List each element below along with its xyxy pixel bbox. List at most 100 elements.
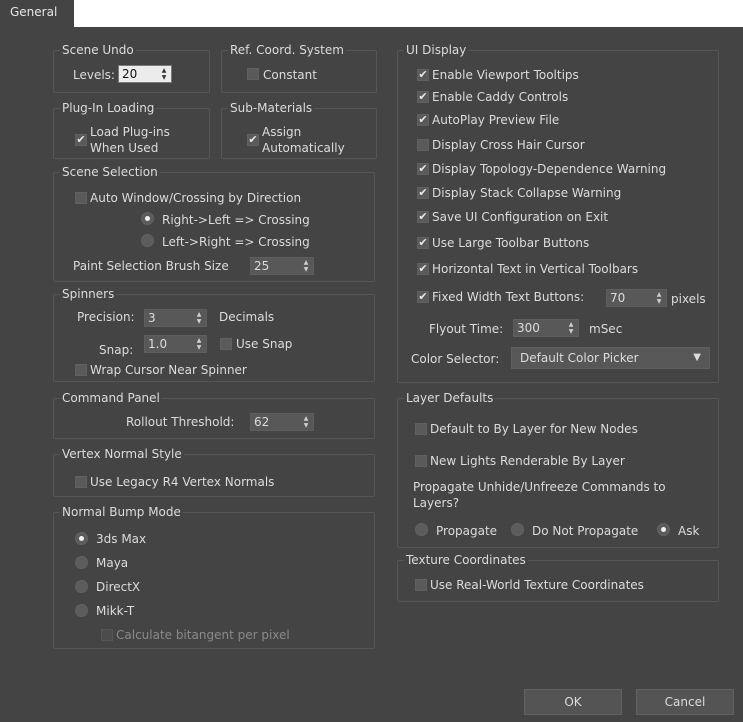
normal-bump-title: Normal Bump Mode <box>60 504 183 520</box>
texture-coords-title: Texture Coordinates <box>404 552 528 568</box>
new-lights-checkbox[interactable] <box>415 455 427 467</box>
stack-collapse-checkbox[interactable]: ✔ <box>417 187 429 199</box>
fixed-width-spinner[interactable]: 70 ▲ ▼ <box>606 289 667 307</box>
scene-selection-group: Scene Selection Auto Window/Crossing by … <box>53 164 375 282</box>
auto-window-label: Auto Window/Crossing by Direction <box>90 191 302 205</box>
spinner-arrows-icon[interactable]: ▲ ▼ <box>302 415 310 429</box>
use-snap-label: Use Snap <box>236 337 293 351</box>
spinner-arrows-icon[interactable]: ▲ ▼ <box>195 311 203 325</box>
spinner-arrows-icon[interactable]: ▲ ▼ <box>195 337 203 351</box>
bump-mikkt-label: Mikk-T <box>96 604 135 618</box>
use-snap-checkbox[interactable] <box>220 338 232 350</box>
fixed-width-value: 70 <box>610 291 626 305</box>
do-not-propagate-radio[interactable] <box>511 523 524 536</box>
bump-maya-radio[interactable] <box>75 556 88 569</box>
spinners-title: Spinners <box>60 286 117 302</box>
command-panel-group: Command Panel Rollout Threshold: 62 ▲ ▼ <box>53 390 375 439</box>
autoplay-preview-checkbox[interactable]: ✔ <box>417 114 429 126</box>
new-lights-label: New Lights Renderable By Layer <box>430 454 625 468</box>
large-toolbar-label: Use Large Toolbar Buttons <box>432 236 590 250</box>
precision-label: Precision: <box>77 310 135 324</box>
precision-value: 3 <box>148 311 156 325</box>
plugin-loading-title: Plug-In Loading <box>60 100 157 116</box>
spinner-arrows-icon[interactable]: ▲ ▼ <box>655 291 663 305</box>
paint-brush-spinner[interactable]: 25 ▲ ▼ <box>250 257 314 275</box>
assign-label-1: Assign <box>262 125 302 139</box>
cancel-button[interactable]: Cancel <box>636 689 734 715</box>
snap-value: 1.0 <box>148 337 168 351</box>
bitangent-label: Calculate bitangent per pixel <box>116 628 290 642</box>
levels-value: 20 <box>122 67 138 81</box>
viewport-tooltips-checkbox[interactable]: ✔ <box>417 69 429 81</box>
ref-coord-group: Ref. Coord. System Constant <box>221 42 377 93</box>
spinner-arrows-icon[interactable]: ▲ ▼ <box>567 321 575 335</box>
paint-brush-value: 25 <box>254 259 270 273</box>
scene-undo-title: Scene Undo <box>60 42 136 58</box>
assign-checkbox[interactable]: ✔ <box>247 134 259 146</box>
plugin-loading-group: Plug-In Loading ✔ Load Plug-ins When Use… <box>53 100 210 159</box>
snap-spinner[interactable]: 1.0 ▲ ▼ <box>144 335 207 353</box>
fixed-width-label: Fixed Width Text Buttons: <box>432 290 585 304</box>
wrap-cursor-checkbox[interactable] <box>75 364 87 376</box>
load-plugins-label-1: Load Plug-ins <box>90 125 170 139</box>
precision-spinner[interactable]: 3 ▲ ▼ <box>144 309 207 327</box>
flyout-time-spinner[interactable]: 300 ▲ ▼ <box>513 319 579 337</box>
command-panel-title: Command Panel <box>60 390 162 406</box>
tab-general[interactable]: General <box>0 0 74 29</box>
layer-defaults-group: Layer Defaults Default to By Layer for N… <box>397 390 719 548</box>
default-bylayer-checkbox[interactable] <box>415 423 427 435</box>
normal-bump-group: Normal Bump Mode 3ds Max Maya DirectX Mi… <box>53 504 375 649</box>
bump-directx-radio[interactable] <box>75 580 88 593</box>
spinners-group: Spinners Precision: 3 ▲ ▼ Decimals Snap: … <box>53 286 375 382</box>
load-plugins-label-2: When Used <box>90 141 159 155</box>
caddy-controls-checkbox[interactable]: ✔ <box>417 91 429 103</box>
ask-label: Ask <box>678 524 700 538</box>
topology-warning-checkbox[interactable]: ✔ <box>417 163 429 175</box>
propagate-radio[interactable] <box>415 523 428 536</box>
vertex-normal-title: Vertex Normal Style <box>60 446 184 462</box>
bitangent-checkbox <box>101 629 113 641</box>
vertex-normal-group: Vertex Normal Style Use Legacy R4 Vertex… <box>53 446 375 497</box>
wrap-cursor-label: Wrap Cursor Near Spinner <box>90 363 247 377</box>
load-plugins-checkbox[interactable]: ✔ <box>75 134 87 146</box>
rollout-value: 62 <box>254 415 270 429</box>
fixed-width-checkbox[interactable]: ✔ <box>417 291 429 303</box>
ref-coord-title: Ref. Coord. System <box>228 42 346 58</box>
color-selector-label: Color Selector: <box>411 352 500 366</box>
chevron-down-icon: ▼ <box>693 352 701 363</box>
auto-window-checkbox[interactable] <box>75 192 87 204</box>
bump-mikkt-radio[interactable] <box>75 604 88 617</box>
flyout-time-value: 300 <box>517 321 540 335</box>
scene-selection-title: Scene Selection <box>60 164 160 180</box>
ok-button[interactable]: OK <box>524 689 622 715</box>
save-ui-config-checkbox[interactable]: ✔ <box>417 211 429 223</box>
right-left-radio[interactable] <box>141 212 154 225</box>
real-world-checkbox[interactable] <box>415 579 427 591</box>
cross-hair-label: Display Cross Hair Cursor <box>432 138 585 152</box>
bump-3dsmax-label: 3ds Max <box>96 532 147 546</box>
horizontal-text-checkbox[interactable]: ✔ <box>417 263 429 275</box>
spinner-arrows-icon[interactable]: ▲ ▼ <box>302 259 310 273</box>
levels-spinner[interactable]: 20 ▲ ▼ <box>118 65 172 83</box>
do-not-propagate-label: Do Not Propagate <box>532 524 639 538</box>
cross-hair-checkbox[interactable] <box>417 139 429 151</box>
rollout-label: Rollout Threshold: <box>126 415 235 429</box>
ask-radio[interactable] <box>657 523 670 536</box>
sub-materials-group: Sub-Materials ✔ Assign Automatically <box>221 100 377 159</box>
rollout-spinner[interactable]: 62 ▲ ▼ <box>250 413 314 431</box>
real-world-label: Use Real-World Texture Coordinates <box>430 578 644 592</box>
left-right-radio[interactable] <box>141 234 154 247</box>
sub-materials-title: Sub-Materials <box>228 100 315 116</box>
bump-3dsmax-radio[interactable] <box>75 532 88 545</box>
constant-checkbox[interactable] <box>247 68 259 80</box>
spinner-arrows-icon[interactable]: ▲ ▼ <box>160 67 168 81</box>
viewport-tooltips-label: Enable Viewport Tooltips <box>432 68 579 82</box>
assign-label-2: Automatically <box>262 141 345 155</box>
legacy-normals-label: Use Legacy R4 Vertex Normals <box>90 475 275 489</box>
legacy-normals-checkbox[interactable] <box>75 476 87 488</box>
color-selector-dropdown[interactable]: Default Color Picker ▼ <box>511 347 710 369</box>
color-selector-value: Default Color Picker <box>520 351 639 365</box>
decimals-label: Decimals <box>219 310 275 324</box>
horizontal-text-label: Horizontal Text in Vertical Toolbars <box>432 262 639 276</box>
large-toolbar-checkbox[interactable]: ✔ <box>417 237 429 249</box>
